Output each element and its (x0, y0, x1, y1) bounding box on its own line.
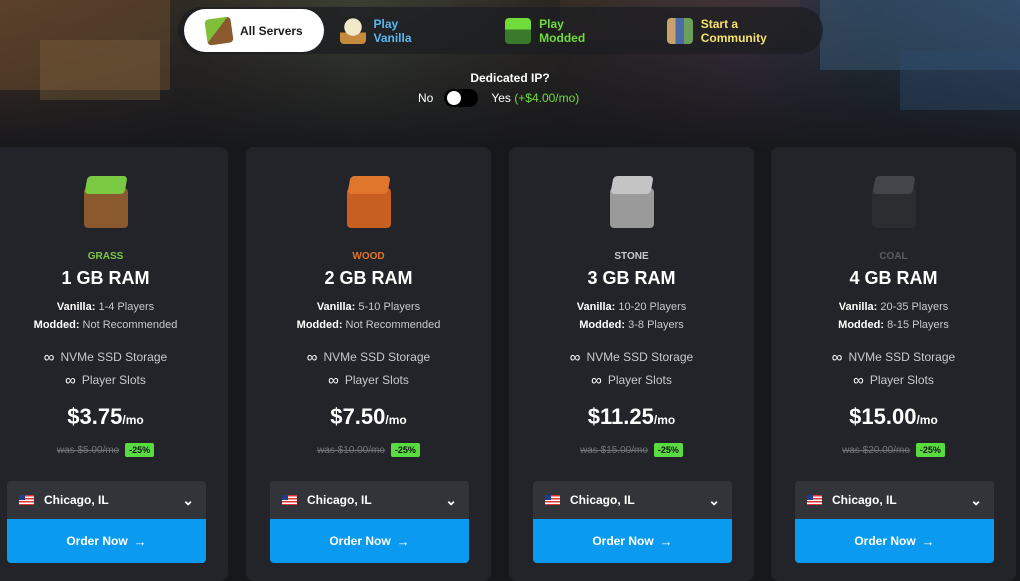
ice-cream-icon (339, 17, 366, 44)
slots-feature: ∞ Player Slots (853, 372, 934, 389)
order-now-button[interactable]: Order Now → (533, 519, 732, 563)
modded-spec: Modded: 3-8 Players (579, 319, 684, 331)
ram-label: 1 GB RAM (61, 268, 150, 288)
grass-block-icon (80, 176, 132, 228)
vanilla-spec: Vanilla: 10-20 Players (576, 301, 687, 313)
grass-block-icon (204, 15, 234, 46)
price: $3.75/mo (67, 404, 144, 429)
arrow-right-icon: → (133, 533, 147, 549)
chevron-down-icon: ⌄ (708, 491, 720, 508)
toggle-knob (447, 91, 462, 105)
arrow-right-icon: → (659, 533, 673, 549)
storage-feature: ∞ NVMe SSD Storage (43, 349, 168, 366)
price: $7.50/mo (330, 404, 407, 429)
was-price: was $20.00/mo -25% (771, 443, 1016, 457)
modded-spec: Modded: 8-15 Players (838, 319, 949, 331)
vanilla-spec: Vanilla: 5-10 Players (316, 301, 421, 313)
wood-block-icon (343, 176, 395, 228)
discount-badge: -25% (915, 443, 945, 457)
infinity-icon: ∞ (43, 349, 55, 366)
tab-play-vanilla[interactable]: Play Vanilla (324, 9, 456, 52)
order-now-button[interactable]: Order Now → (270, 519, 469, 563)
order-now-button[interactable]: Order Now → (7, 519, 206, 563)
was-price: was $15.00/mo -25% (509, 443, 754, 457)
modded-spec: Modded: Not Recommended (33, 319, 178, 331)
banner-block (40, 40, 160, 100)
slots-feature: ∞ Player Slots (328, 372, 409, 389)
price: $11.25/mo (587, 404, 676, 429)
infinity-icon: ∞ (306, 349, 318, 366)
slots-feature: ∞ Player Slots (65, 372, 146, 389)
discount-badge: -25% (390, 443, 420, 457)
infinity-icon: ∞ (569, 349, 581, 366)
location-select[interactable]: Chicago, IL ⌄ (270, 481, 469, 519)
no-label: No (418, 91, 434, 105)
chevron-down-icon: ⌄ (970, 491, 982, 508)
arrow-right-icon: → (396, 533, 410, 549)
infinity-icon: ∞ (591, 372, 602, 389)
dedicated-ip-row: No Yes (+$4.00/mo) (418, 89, 579, 107)
modded-block-icon (505, 17, 532, 44)
storage-feature: ∞ NVMe SSD Storage (306, 349, 431, 366)
was-price: was $10.00/mo -25% (246, 443, 491, 457)
storage-feature: ∞ NVMe SSD Storage (569, 349, 694, 366)
chevron-down-icon: ⌄ (445, 491, 457, 508)
yes-label: Yes (491, 91, 511, 105)
arrow-right-icon: → (921, 533, 935, 549)
tier-label: GRASS (87, 251, 124, 262)
dedicated-ip-toggle[interactable] (444, 89, 479, 107)
price: $15.00/mo (849, 404, 938, 429)
server-type-nav: All Servers Play Vanilla Play Modded Sta… (178, 7, 823, 54)
tier-label: WOOD (352, 251, 385, 262)
tab-label: Play Vanilla (373, 16, 412, 45)
tier-label: COAL (879, 251, 908, 262)
location-select[interactable]: Chicago, IL ⌄ (7, 481, 206, 519)
tab-start-community[interactable]: Start a Community (651, 9, 823, 52)
stone-block-icon (606, 176, 658, 228)
infinity-icon: ∞ (328, 372, 339, 389)
yes-price: (+$4.00/mo) (514, 91, 580, 105)
slots-feature: ∞ Player Slots (591, 372, 672, 389)
tab-all-servers[interactable]: All Servers (184, 9, 324, 52)
infinity-icon: ∞ (831, 349, 843, 366)
us-flag-icon (807, 495, 822, 505)
us-flag-icon (282, 495, 297, 505)
modded-spec: Modded: Not Recommended (296, 319, 441, 331)
us-flag-icon (19, 495, 34, 505)
players-icon (666, 17, 693, 44)
vanilla-spec: Vanilla: 20-35 Players (838, 301, 949, 313)
dedicated-ip-title: Dedicated IP? (470, 71, 550, 85)
ram-label: 3 GB RAM (587, 268, 676, 288)
vanilla-spec: Vanilla: 1-4 Players (56, 301, 155, 313)
plan-card-coal: COAL 4 GB RAM Vanilla: 20-35 Players Mod… (771, 147, 1016, 581)
plan-card-grass: GRASS 1 GB RAM Vanilla: 1-4 Players Modd… (0, 147, 228, 581)
order-now-button[interactable]: Order Now → (795, 519, 994, 563)
us-flag-icon (545, 495, 560, 505)
tab-label: All Servers (240, 23, 303, 38)
storage-feature: ∞ NVMe SSD Storage (831, 349, 956, 366)
discount-badge: -25% (653, 443, 683, 457)
ram-label: 4 GB RAM (849, 268, 938, 288)
tab-label: Start a Community (700, 16, 767, 45)
discount-badge: -25% (125, 443, 155, 457)
chevron-down-icon: ⌄ (182, 491, 194, 508)
plan-card-stone: STONE 3 GB RAM Vanilla: 10-20 Players Mo… (509, 147, 754, 581)
coal-block-icon (868, 176, 920, 228)
location-select[interactable]: Chicago, IL ⌄ (795, 481, 994, 519)
plan-card-wood: WOOD 2 GB RAM Vanilla: 5-10 Players Modd… (246, 147, 491, 581)
tab-play-modded[interactable]: Play Modded (489, 9, 629, 52)
ram-label: 2 GB RAM (324, 268, 413, 288)
infinity-icon: ∞ (65, 372, 76, 389)
tier-label: STONE (614, 251, 649, 262)
location-select[interactable]: Chicago, IL ⌄ (533, 481, 732, 519)
infinity-icon: ∞ (853, 372, 864, 389)
tab-label: Play Modded (539, 16, 586, 45)
was-price: was $5.00/mo -25% (0, 443, 228, 457)
